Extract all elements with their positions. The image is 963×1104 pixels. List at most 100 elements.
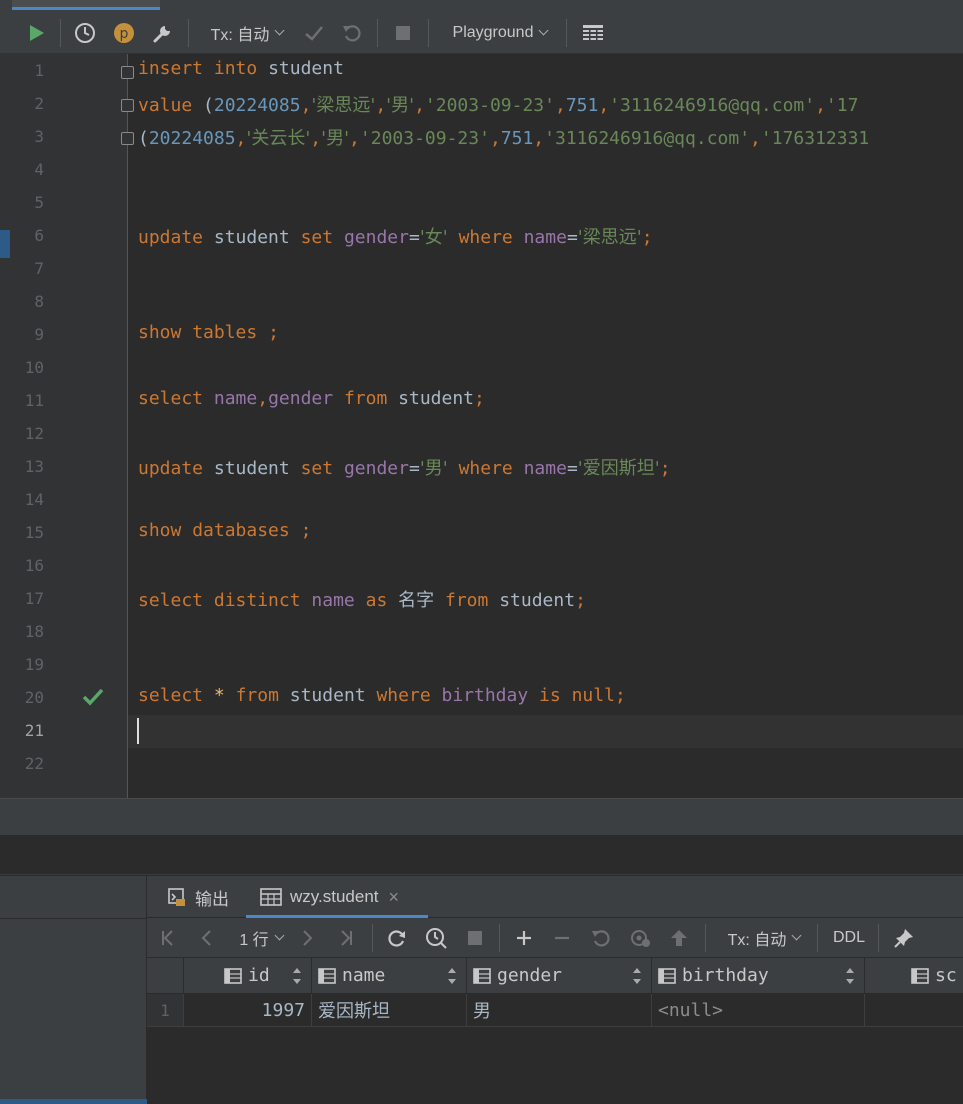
table-cell-name[interactable]: 爱因斯坦: [312, 994, 467, 1027]
column-icon: [473, 967, 491, 984]
pin-tab-button[interactable]: [890, 925, 918, 951]
history-button[interactable]: [71, 20, 99, 46]
page-size-dropdown[interactable]: 1 行: [233, 925, 289, 951]
submit-button[interactable]: [666, 925, 692, 951]
column-header-gender[interactable]: gender: [467, 958, 652, 994]
toolbar-separator: [188, 19, 189, 47]
code-token: set: [300, 227, 334, 248]
results-toolbar: 1 行 Tx: 自动 DDL: [147, 918, 963, 958]
code-token: value: [138, 95, 193, 116]
toolbar-separator: [60, 19, 61, 47]
ddl-button[interactable]: DDL: [827, 925, 871, 951]
table-cell-sc[interactable]: <: [865, 994, 963, 1027]
output-console-icon: [168, 888, 185, 906]
stop-button[interactable]: [390, 20, 416, 46]
fold-marker-icon[interactable]: [121, 66, 134, 79]
line-number: 2: [34, 94, 44, 113]
rollback-button[interactable]: [339, 20, 365, 46]
row-number[interactable]: 1: [147, 994, 184, 1027]
table-cell-id[interactable]: 1997: [184, 994, 312, 1027]
code-line-15: show databases ;: [138, 520, 311, 541]
add-row-button[interactable]: [511, 925, 537, 951]
code-token: where: [376, 685, 431, 706]
code-token: '3116246916@qq.com': [609, 95, 816, 116]
code-token: ;: [257, 322, 279, 343]
code-token: select: [138, 685, 204, 706]
editor-toolbar: p Tx: 自动 Playground: [0, 12, 963, 54]
panel-splitter[interactable]: [0, 835, 963, 875]
toolbar-separator: [499, 924, 500, 952]
column-header-sc[interactable]: sc: [865, 958, 963, 994]
code-token: *: [213, 685, 225, 706]
sort-icon[interactable]: [846, 968, 854, 984]
p-icon: p: [114, 23, 134, 43]
column-header-id[interactable]: id: [184, 958, 312, 994]
code-token: '梁思远': [311, 95, 376, 116]
sort-icon[interactable]: [448, 968, 456, 984]
run-icon: [30, 25, 44, 41]
tab-output[interactable]: 输出: [167, 876, 229, 918]
active-editor-tab[interactable]: [12, 0, 160, 10]
fold-marker-icon[interactable]: [121, 99, 134, 112]
column-header-label: sc: [935, 965, 957, 986]
toolbar-separator: [817, 924, 818, 952]
current-line-highlight: [128, 715, 963, 748]
line-number: 12: [24, 424, 44, 443]
table-cell-birthday[interactable]: <null>: [652, 994, 865, 1027]
results-layout-button[interactable]: [579, 20, 607, 46]
grid-corner[interactable]: [147, 958, 184, 994]
code-token: ;: [474, 388, 485, 409]
last-page-button[interactable]: [333, 925, 359, 951]
line-number: 16: [24, 556, 44, 575]
column-header-label: gender: [497, 965, 563, 986]
code-token: null: [571, 685, 615, 706]
toolbar-separator: [878, 924, 879, 952]
code-token: student: [278, 685, 377, 706]
sort-icon[interactable]: [633, 968, 641, 984]
previous-page-button[interactable]: [193, 925, 219, 951]
code-token: ,: [349, 128, 360, 149]
code-token: =: [408, 458, 420, 479]
sort-icon[interactable]: [293, 968, 301, 984]
column-header-name[interactable]: name: [312, 958, 467, 994]
tab-wzy-student[interactable]: wzy.student ×: [246, 876, 428, 918]
next-page-button[interactable]: [295, 925, 321, 951]
close-icon[interactable]: ×: [389, 887, 400, 908]
settings-button[interactable]: [149, 20, 177, 46]
preview-changes-button[interactable]: [627, 925, 653, 951]
stop-icon: [396, 26, 410, 40]
left-tool-strip: [0, 54, 12, 834]
code-token: show: [138, 520, 182, 541]
column-header-birthday[interactable]: birthday: [652, 958, 865, 994]
code-token: =: [566, 227, 578, 248]
code-token: as: [365, 590, 388, 611]
explain-plan-button[interactable]: p: [110, 20, 138, 46]
table-cell-gender[interactable]: 男: [467, 994, 652, 1027]
first-page-button[interactable]: [155, 925, 181, 951]
code-token: ,: [554, 95, 566, 116]
commit-button[interactable]: [301, 20, 327, 46]
code-line-13: update student set gender='男' where name…: [138, 454, 671, 480]
results-transaction-dropdown[interactable]: Tx: 自动: [721, 925, 807, 951]
execute-button[interactable]: [22, 20, 50, 46]
line-number: 8: [34, 292, 44, 311]
cancel-query-button[interactable]: [462, 925, 488, 951]
execution-success-icon: [82, 688, 104, 706]
chevron-left-icon: [201, 930, 211, 946]
session-dropdown[interactable]: Playground: [444, 20, 556, 46]
delete-row-button[interactable]: [549, 925, 575, 951]
code-token: birthday: [441, 685, 529, 706]
code-token: ,: [310, 128, 322, 149]
results-tab-bar: 输出 wzy.student ×: [147, 876, 963, 918]
code-token: '关云长': [246, 128, 311, 149]
revert-button[interactable]: [588, 925, 614, 951]
fold-marker-icon[interactable]: [121, 132, 134, 145]
reload-button[interactable]: [383, 925, 411, 951]
code-token: student: [387, 388, 475, 409]
transaction-mode-dropdown[interactable]: Tx: 自动: [204, 20, 290, 46]
text-caret: [137, 718, 139, 744]
query-history-button[interactable]: [422, 925, 450, 951]
code-token: ;: [614, 685, 626, 706]
